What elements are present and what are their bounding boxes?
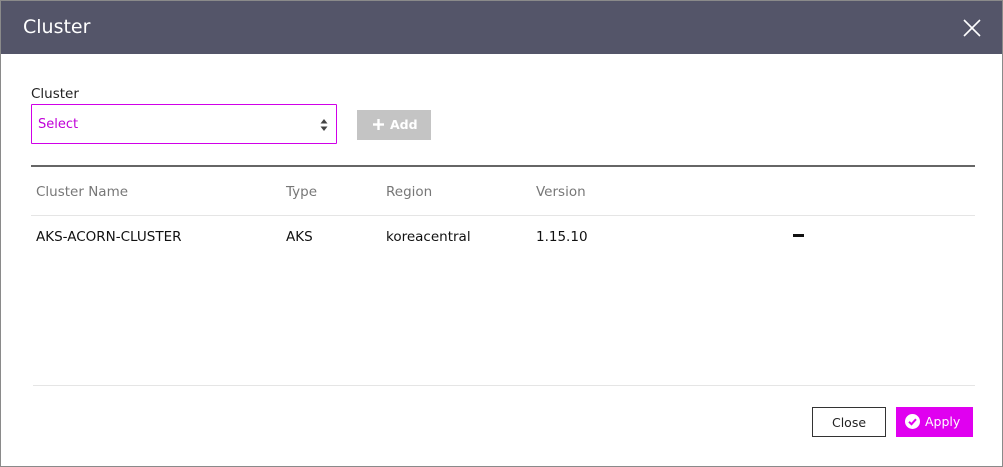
cell-version: 1.15.10	[536, 229, 588, 245]
cell-type: AKS	[286, 229, 313, 245]
apply-button-label: Apply	[925, 414, 961, 429]
cluster-field-label: Cluster	[31, 86, 79, 102]
column-header-cluster-name: Cluster Name	[36, 184, 129, 200]
add-button-label: Add	[390, 117, 418, 132]
minus-icon	[793, 234, 804, 237]
dialog-title: Cluster	[23, 16, 91, 38]
cell-cluster-name: AKS-ACORN-CLUSTER	[36, 229, 182, 245]
check-circle-icon	[905, 414, 920, 429]
close-button[interactable]: Close	[812, 407, 886, 437]
add-button[interactable]: Add	[357, 110, 431, 140]
column-header-region: Region	[386, 184, 433, 200]
close-icon[interactable]	[962, 18, 982, 38]
cluster-dialog: Cluster Cluster Select Add Cluster Name …	[0, 0, 1003, 467]
column-header-type: Type	[286, 184, 318, 200]
column-header-version: Version	[536, 184, 586, 200]
apply-button[interactable]: Apply	[896, 407, 973, 437]
cell-region: koreacentral	[386, 229, 471, 245]
table-row: AKS-ACORN-CLUSTER AKS koreacentral 1.15.…	[31, 216, 975, 258]
dialog-header: Cluster	[1, 1, 1002, 54]
remove-row-button[interactable]	[787, 226, 809, 244]
cluster-select[interactable]: Select	[31, 104, 337, 144]
plus-icon	[372, 118, 385, 131]
sort-arrows-icon	[320, 117, 328, 131]
cluster-select-value: Select	[38, 117, 79, 132]
footer-divider	[33, 385, 975, 386]
table-top-border	[31, 165, 975, 167]
